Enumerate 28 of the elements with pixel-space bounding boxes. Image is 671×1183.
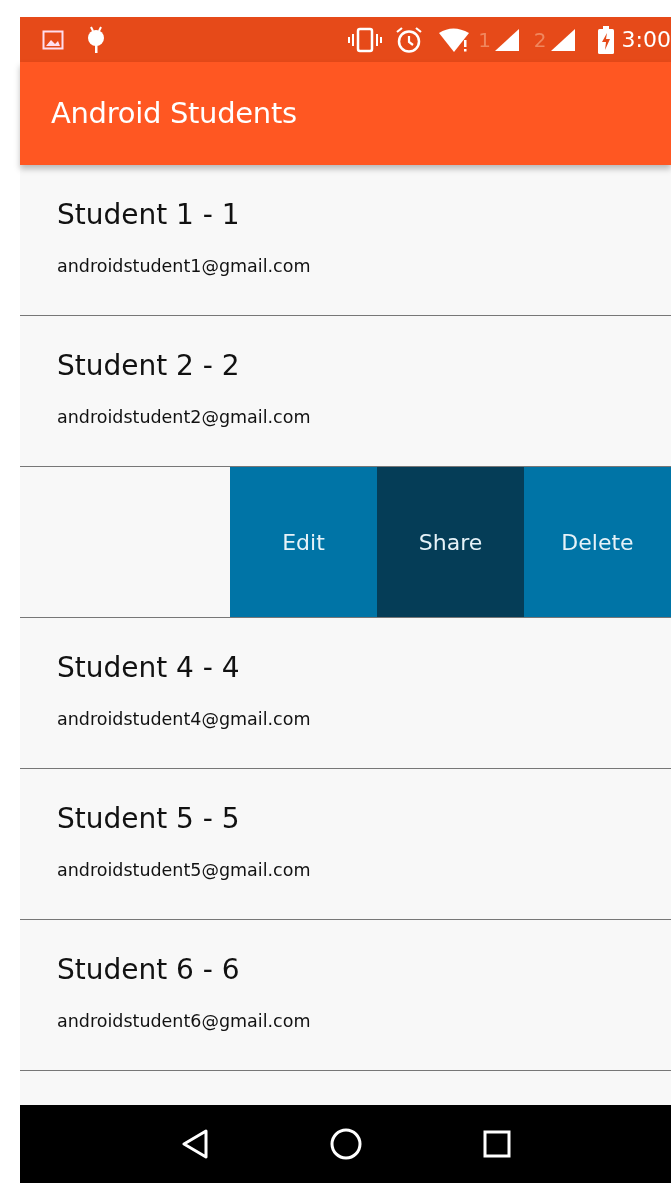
student-email: androidstudent1@gmail.com: [57, 255, 312, 279]
app-title: Android Students: [51, 94, 297, 132]
student-name: Student 5 - 5: [57, 804, 241, 836]
student-email: androidstudent5@gmail.com: [57, 859, 312, 883]
recents-icon[interactable]: [482, 1130, 511, 1158]
student-name: Student 6 - 6: [57, 955, 241, 987]
home-icon[interactable]: [329, 1128, 362, 1160]
image-icon: [42, 29, 64, 50]
student-name: Student 1 - 1: [57, 200, 241, 232]
android-icon: [86, 25, 106, 54]
alarm-icon: [395, 25, 424, 54]
swipe-action-button[interactable]: Delete: [524, 467, 671, 617]
swipe-action-button[interactable]: Edit: [230, 467, 377, 617]
swipe-action-button[interactable]: Share: [377, 467, 524, 617]
student-name: Student 4 - 4: [57, 653, 241, 685]
wifi-icon: [438, 26, 471, 53]
signal-icon: [549, 27, 576, 52]
student-name: Student 2 - 2: [57, 351, 241, 383]
clock-time: 3:00: [621, 26, 671, 54]
battery-icon: [597, 25, 614, 54]
student-email: androidstudent2@gmail.com: [57, 406, 312, 430]
sim-label: 1: [478, 26, 491, 54]
student-email: androidstudent4@gmail.com: [57, 708, 312, 732]
vibrate-icon: [348, 26, 383, 53]
sim-label: 2: [533, 26, 547, 54]
signal-icon: [493, 27, 520, 52]
back-icon[interactable]: [180, 1129, 209, 1159]
student-email: androidstudent6@gmail.com: [57, 1010, 312, 1034]
